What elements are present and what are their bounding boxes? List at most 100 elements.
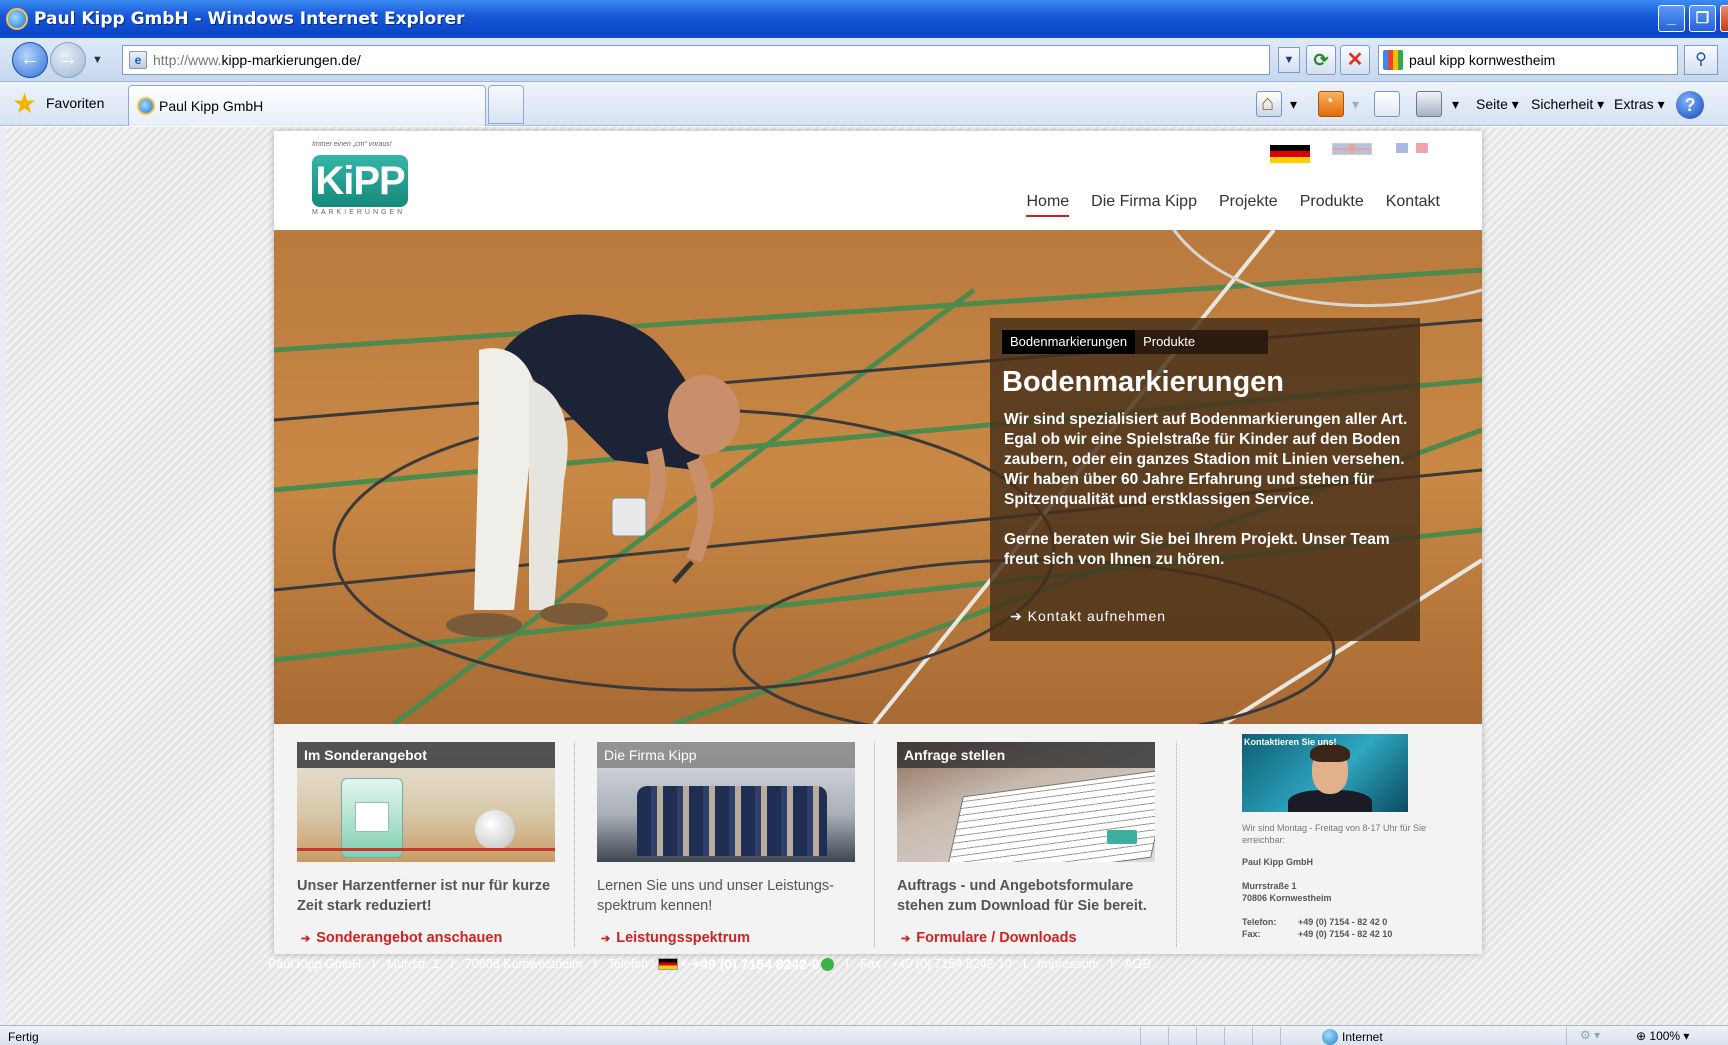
- print-dropdown-icon[interactable]: ▾: [1452, 90, 1459, 118]
- minimize-button[interactable]: _: [1658, 5, 1685, 32]
- rss-feed-icon[interactable]: [1318, 91, 1344, 117]
- divider: [574, 742, 575, 947]
- hero-title: Bodenmarkierungen: [1002, 366, 1284, 398]
- teaser-caption: Anfrage stellen: [897, 742, 1155, 768]
- hero-tab-produkte[interactable]: Produkte: [1135, 330, 1203, 354]
- agb-link[interactable]: AGB: [1124, 957, 1150, 971]
- ie-logo-icon: [6, 8, 28, 30]
- nav-home[interactable]: Home: [1026, 193, 1070, 217]
- extras-menu[interactable]: Extras ▾: [1614, 90, 1665, 118]
- new-tab-button[interactable]: [488, 85, 524, 124]
- page-icon: e: [129, 51, 147, 69]
- contact-phone-row: Telefon: +49 (0) 7154 - 82 42 0: [1242, 916, 1442, 928]
- security-menu-label: Sicherheit: [1531, 96, 1594, 112]
- nav-die-firma-kipp[interactable]: Die Firma Kipp: [1091, 193, 1197, 217]
- footer-separator: I: [1022, 957, 1027, 971]
- teaser-image-form[interactable]: Anfrage stellen: [897, 742, 1155, 862]
- impressum-link[interactable]: Impressum: [1037, 957, 1099, 971]
- arrow-right-icon: ➔: [301, 933, 311, 945]
- arrow-right-icon: ➔: [1010, 608, 1023, 624]
- hero-paragraph-1: Wir sind spezialisiert auf Bodenmarkieru…: [1004, 411, 1408, 468]
- footer-city: 70806 Kornwestheim: [464, 957, 583, 971]
- status-text: Fertig: [8, 1030, 39, 1044]
- hero-info-panel: Bodenmarkierungen Produkte Bodenmarkieru…: [990, 318, 1420, 641]
- footer-street: Murrstr. 1: [386, 957, 440, 971]
- arrow-right-icon: ➔: [601, 933, 611, 945]
- stop-button[interactable]: ✕: [1340, 45, 1370, 75]
- back-button[interactable]: ←: [12, 42, 48, 78]
- teaser-link-label: Formulare / Downloads: [916, 930, 1077, 946]
- favorites-star-icon[interactable]: ★: [12, 90, 37, 118]
- teaser-die-firma-kipp: Die Firma Kipp Lernen Sie uns und unser …: [597, 742, 855, 946]
- tab-label: Paul Kipp GmbH: [159, 98, 264, 114]
- call-icon[interactable]: [821, 957, 835, 971]
- contact-image[interactable]: Kontaktieren Sie uns!: [1242, 734, 1408, 812]
- google-search-provider-icon: [1383, 50, 1403, 70]
- hero-tab-bodenmarkierungen[interactable]: Bodenmarkierungen: [1002, 330, 1136, 354]
- close-window-button[interactable]: ✕: [1720, 5, 1728, 32]
- search-button[interactable]: ⚲: [1684, 45, 1718, 75]
- leistungsspektrum-link[interactable]: ➔ Leistungsspektrum: [597, 930, 855, 946]
- language-flag-icon[interactable]: [1396, 143, 1408, 153]
- divider: [874, 742, 875, 947]
- hero-banner: Bodenmarkierungen Produkte Bodenmarkieru…: [274, 230, 1482, 724]
- contact-company: Paul Kipp GmbH: [1242, 857, 1314, 867]
- security-zone[interactable]: Internet: [1322, 1029, 1383, 1045]
- nav-kontakt[interactable]: Kontakt: [1386, 193, 1440, 217]
- contact-link-label: Kontakt aufnehmen: [1027, 608, 1167, 624]
- security-menu[interactable]: Sicherheit ▾: [1531, 90, 1604, 118]
- refresh-button[interactable]: ⟳: [1306, 45, 1336, 75]
- main-navigation: Home Die Firma Kipp Projekte Produkte Ko…: [1026, 193, 1440, 217]
- history-dropdown-icon[interactable]: ▼: [92, 54, 103, 66]
- footer-separator: I: [450, 957, 454, 971]
- country-dropdown-icon[interactable]: ▾: [681, 959, 686, 970]
- address-toolbar: ← → ▼ e http://www. kipp-markierungen.de/…: [0, 38, 1728, 82]
- footer-separator: I: [593, 957, 597, 971]
- teaser-image-sonderangebot[interactable]: Im Sonderangebot: [297, 742, 555, 862]
- contact-phone-label: Telefon:: [1242, 917, 1277, 927]
- hero-tabs: Bodenmarkierungen Produkte: [1002, 330, 1268, 354]
- divider: [1176, 742, 1177, 947]
- forward-button[interactable]: →: [50, 42, 86, 78]
- formulare-downloads-link[interactable]: ➔ Formulare / Downloads: [897, 930, 1155, 946]
- print-icon[interactable]: [1416, 91, 1442, 117]
- contact-fax: +49 (0) 7154 - 82 42 10: [1298, 929, 1393, 939]
- favorites-button[interactable]: Favoriten: [46, 95, 104, 111]
- teaser-caption: Im Sonderangebot: [297, 742, 555, 768]
- browser-tab[interactable]: Paul Kipp GmbH: [128, 85, 486, 126]
- home-icon[interactable]: [1256, 90, 1282, 117]
- address-bar[interactable]: e http://www. kipp-markierungen.de/: [122, 45, 1270, 75]
- zoom-level[interactable]: ⊕ 100% ▾: [1636, 1029, 1689, 1043]
- teaser-sonderangebot: Im Sonderangebot Unser Harzentferner ist…: [297, 742, 555, 946]
- teaser-text: Unser Harzentferner ist nur für kurze Ze…: [297, 878, 551, 914]
- home-dropdown-icon[interactable]: ▾: [1290, 90, 1297, 118]
- mail-icon[interactable]: [1374, 91, 1400, 117]
- sonderangebot-link[interactable]: ➔ Sonderangebot anschauen: [297, 930, 555, 946]
- maximize-button[interactable]: ❐: [1689, 5, 1716, 32]
- kipp-logo[interactable]: KiPP: [312, 155, 408, 207]
- teaser-image-team[interactable]: Die Firma Kipp: [597, 742, 855, 862]
- contact-address: Murrstraße 1 70806 Kornwestheim: [1242, 880, 1442, 904]
- contact-link[interactable]: ➔ Kontakt aufnehmen: [1010, 608, 1166, 625]
- address-dropdown-button[interactable]: ▼: [1278, 47, 1300, 73]
- uk-flag-icon[interactable]: [1332, 143, 1372, 155]
- german-flag-icon[interactable]: [1270, 145, 1310, 163]
- search-input[interactable]: paul kipp kornwestheim: [1378, 45, 1678, 75]
- logo-tagline: Immer einen „cm“ voraus!: [312, 141, 392, 148]
- feed-dropdown-icon[interactable]: ▾: [1352, 90, 1359, 118]
- hero-paragraph-2: Gerne beraten wir Sie bei Ihrem Projekt.…: [1004, 531, 1390, 568]
- nav-projekte[interactable]: Projekte: [1219, 193, 1278, 217]
- help-icon[interactable]: ?: [1676, 91, 1704, 119]
- country-flag-icon[interactable]: [658, 958, 679, 970]
- site-footer: Paul Kipp GmbH I Murrstr. 1 I 70806 Korn…: [268, 956, 1151, 972]
- footer-separator: I: [372, 957, 376, 971]
- nav-produkte[interactable]: Produkte: [1300, 193, 1364, 217]
- favorites-bar: ★ Favoriten Paul Kipp GmbH ▾ ▾ ▾ Seite ▾…: [0, 82, 1728, 126]
- page-menu[interactable]: Seite ▾: [1476, 90, 1519, 118]
- protected-mode-icon[interactable]: ⚙ ▾: [1580, 1028, 1600, 1042]
- teaser-text: Auftrags - und Angebotsformulare stehen …: [897, 878, 1147, 914]
- zone-label: Internet: [1342, 1030, 1383, 1044]
- teaser-link-label: Sonderangebot anschauen: [316, 930, 503, 946]
- teaser-anfrage-stellen: Anfrage stellen Auftrags - und Angebotsf…: [897, 742, 1155, 946]
- language-flag-icon[interactable]: [1416, 143, 1428, 153]
